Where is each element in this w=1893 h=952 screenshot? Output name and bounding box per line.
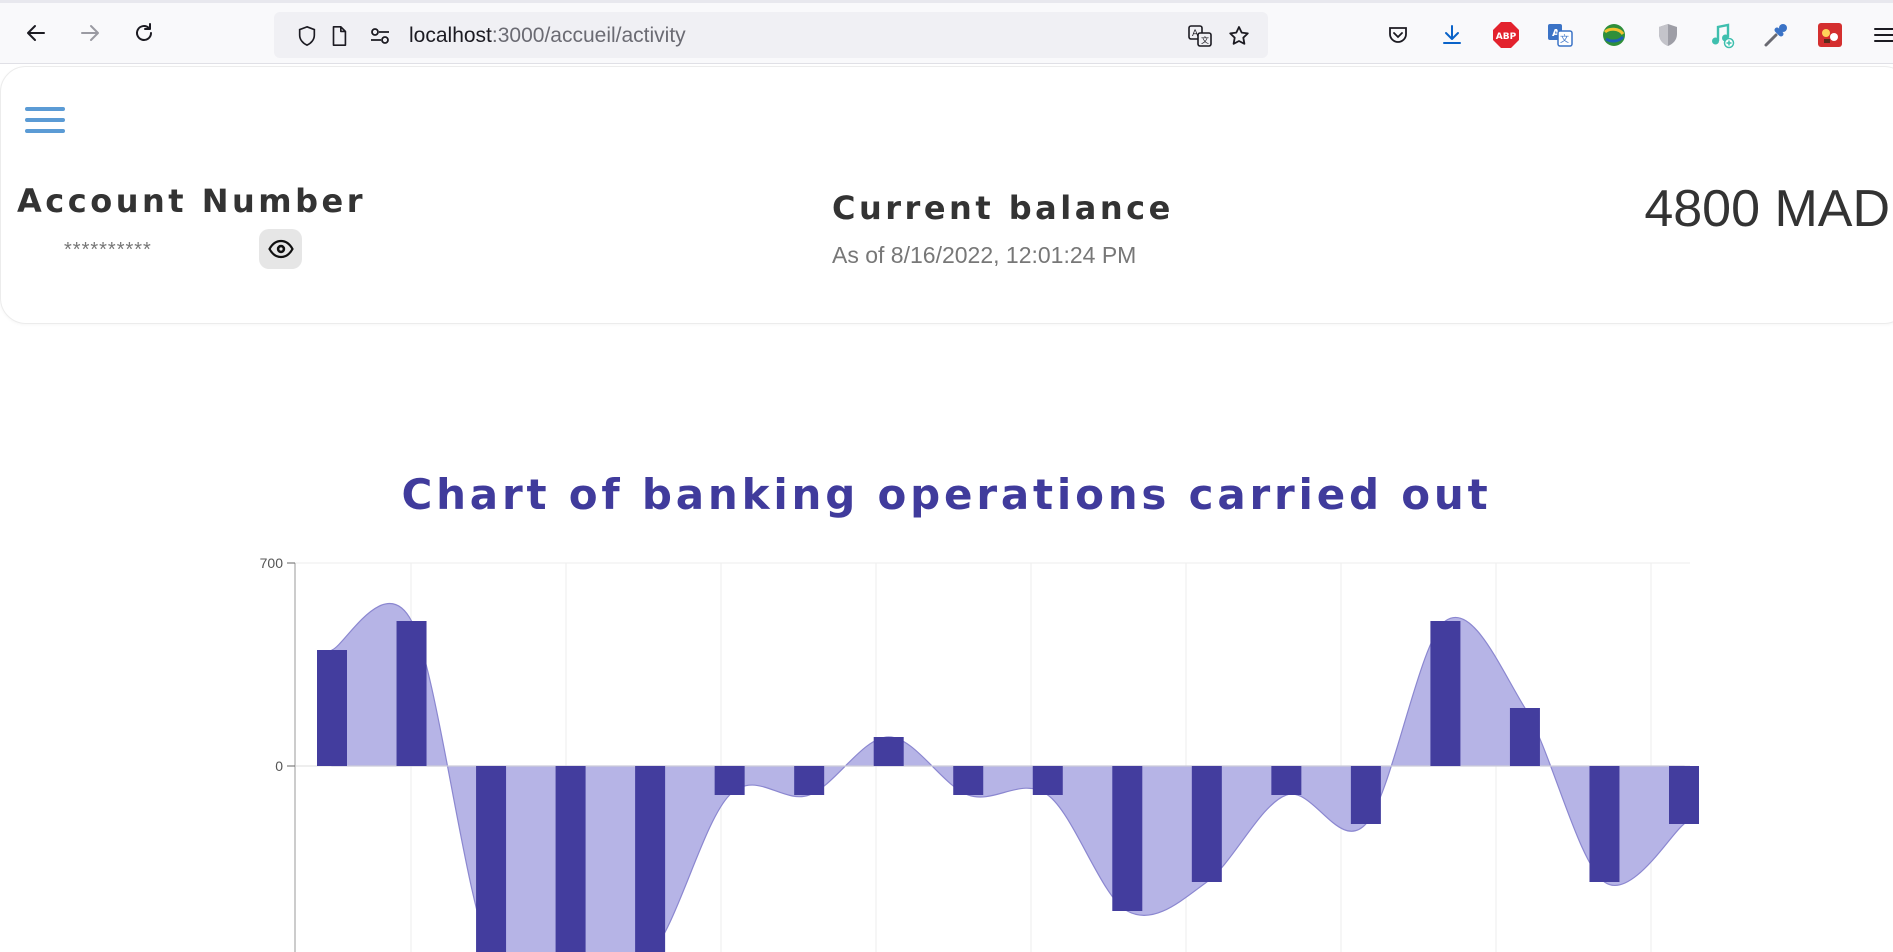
chart-bar	[1430, 621, 1461, 766]
series-area	[331, 602, 1685, 952]
chart-bar	[1509, 708, 1540, 766]
chart-bar	[1350, 766, 1381, 824]
chart-bar	[873, 737, 904, 766]
chart-bar	[476, 766, 507, 952]
y-tick-label: 0	[275, 758, 283, 774]
chart-bar	[1032, 766, 1063, 795]
chart-bar	[1191, 766, 1222, 882]
y-tick-label: 700	[260, 555, 284, 571]
chart-bar	[555, 766, 586, 952]
chart-bar	[1589, 766, 1620, 882]
chart-axis: 0 700	[260, 555, 296, 952]
chart-bar	[794, 766, 825, 795]
chart-bar	[396, 621, 427, 766]
chart-bar	[953, 766, 984, 795]
chart-bar	[635, 766, 666, 952]
chart-bar	[317, 650, 347, 766]
chart-bar	[1669, 766, 1699, 824]
chart-bar	[714, 766, 745, 795]
chart-bar	[1271, 766, 1302, 795]
chart-bar	[1112, 766, 1143, 911]
operations-chart: 0 700	[260, 555, 1699, 952]
